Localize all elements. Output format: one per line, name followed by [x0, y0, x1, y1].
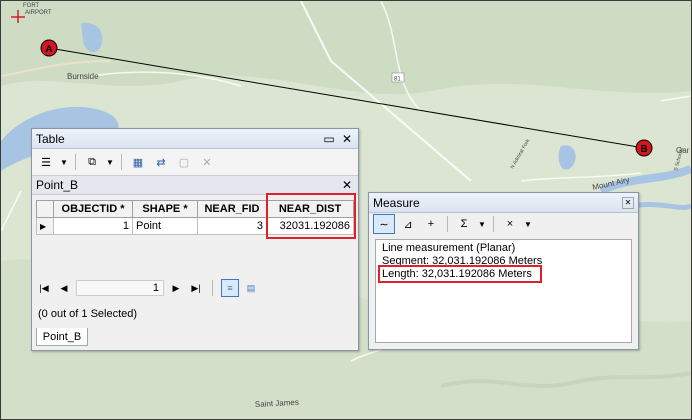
chevron-down-icon[interactable]: ▼	[477, 215, 487, 233]
point-b-marker[interactable]: B	[635, 139, 653, 157]
chevron-down-icon[interactable]: ▼	[105, 153, 115, 171]
column-header-shape[interactable]: SHAPE *	[132, 200, 198, 218]
measure-results-panel: Line measurement (Planar) Segment: 32,03…	[375, 239, 632, 343]
point-a-marker[interactable]: A	[40, 39, 58, 57]
chevron-down-icon[interactable]: ▼	[59, 153, 69, 171]
table-toolbar: ☰ ▼ ⧉ ▼ ▦ ⇄ ▢ ✕	[32, 149, 358, 176]
measure-window-title: Measure	[373, 195, 420, 210]
measure-length: Length: 32,031.192086 Meters	[382, 268, 532, 280]
clear-selection-icon[interactable]: ▢	[174, 153, 194, 171]
map-label-airport-bottom: AIRPORT	[25, 10, 52, 16]
toolbar-separator	[493, 216, 494, 232]
sum-icon[interactable]: Σ	[454, 215, 474, 233]
arcmap-window: FORT AIRPORT Burnside 81 Mount Airy Sain…	[0, 0, 692, 420]
chevron-down-icon[interactable]: ▼	[523, 215, 533, 233]
measure-line-1: Line measurement (Planar)	[382, 242, 516, 254]
cell-near-fid[interactable]: 3	[197, 217, 267, 235]
delete-selected-icon[interactable]: ✕	[197, 153, 217, 171]
toolbar-separator	[75, 154, 76, 170]
table-header-row: OBJECTID * SHAPE * NEAR_FID NEAR_DIST	[36, 200, 354, 218]
first-record-icon[interactable]: |◀	[36, 280, 52, 296]
cell-objectid[interactable]: 1	[53, 217, 133, 235]
point-b-label: B	[640, 144, 647, 155]
cell-shape[interactable]: Point	[132, 217, 198, 235]
next-record-icon[interactable]: ▶	[168, 280, 184, 296]
measure-titlebar[interactable]: Measure ✕	[369, 193, 638, 213]
table-options-icon[interactable]: ☰	[36, 153, 56, 171]
related-tables-icon[interactable]: ⧉	[82, 153, 102, 171]
measure-segment: Segment: 32,031.192086 Meters	[382, 255, 543, 267]
select-by-attributes-icon[interactable]: ▦	[128, 153, 148, 171]
minimize-icon[interactable]: ▭	[322, 132, 336, 146]
current-record-field[interactable]: 1	[76, 280, 164, 296]
table-row[interactable]: ▶ 1 Point 3 32031.192086	[36, 217, 354, 235]
measure-feature-icon[interactable]: +	[421, 215, 441, 233]
cell-near-dist[interactable]: 32031.192086	[266, 217, 354, 235]
show-selected-records-icon[interactable]: ▤	[243, 280, 259, 296]
clear-results-icon[interactable]: ×	[500, 215, 520, 233]
close-icon[interactable]: ✕	[340, 178, 354, 192]
previous-record-icon[interactable]: ◀	[56, 280, 72, 296]
map-label-airport-top: FORT	[23, 3, 40, 9]
map-label-route-81: 81	[394, 77, 401, 83]
close-icon[interactable]: ✕	[622, 196, 634, 209]
point-a-label: A	[45, 44, 52, 55]
close-icon[interactable]: ✕	[340, 132, 354, 146]
toolbar-separator	[121, 154, 122, 170]
switch-selection-icon[interactable]: ⇄	[151, 153, 171, 171]
route-81-shield: 81	[391, 72, 405, 83]
column-header-near-dist[interactable]: NEAR_DIST	[266, 200, 354, 218]
measure-window: Measure ✕ ∼ ⊿ + Σ ▼ × ▼ Line measurement…	[368, 192, 639, 350]
row-marker[interactable]: ▶	[36, 217, 54, 235]
column-header-objectid[interactable]: OBJECTID *	[53, 200, 133, 218]
layer-tab-header: Point_B ✕	[32, 176, 358, 195]
record-navigation: |◀ ◀ 1 ▶ ▶| ≡ ▤	[36, 277, 352, 299]
tab-point-b-label: Point_B	[42, 330, 82, 343]
table-titlebar[interactable]: Table ▭ ✕	[32, 129, 358, 149]
table-window-title: Table	[36, 131, 65, 146]
last-record-icon[interactable]: ▶|	[188, 280, 204, 296]
selection-status: (0 out of 1 Selected)	[38, 308, 138, 320]
row-marker-header	[36, 200, 54, 218]
tab-point-b[interactable]: Point_B	[36, 328, 88, 346]
table-window: Table ▭ ✕ ☰ ▼ ⧉ ▼ ▦ ⇄ ▢ ✕ Point_B ✕ OBJE…	[31, 128, 359, 351]
show-all-records-icon[interactable]: ≡	[221, 279, 239, 297]
column-header-near-fid[interactable]: NEAR_FID	[197, 200, 267, 218]
measure-toolbar: ∼ ⊿ + Σ ▼ × ▼	[369, 213, 638, 235]
measure-line-icon[interactable]: ∼	[373, 214, 395, 234]
layer-name: Point_B	[36, 178, 79, 192]
map-label-burnside: Burnside	[67, 72, 99, 81]
measure-area-icon[interactable]: ⊿	[398, 215, 418, 233]
attribute-table: OBJECTID * SHAPE * NEAR_FID NEAR_DIST ▶ …	[36, 200, 354, 235]
toolbar-separator	[212, 280, 213, 296]
toolbar-separator	[447, 216, 448, 232]
